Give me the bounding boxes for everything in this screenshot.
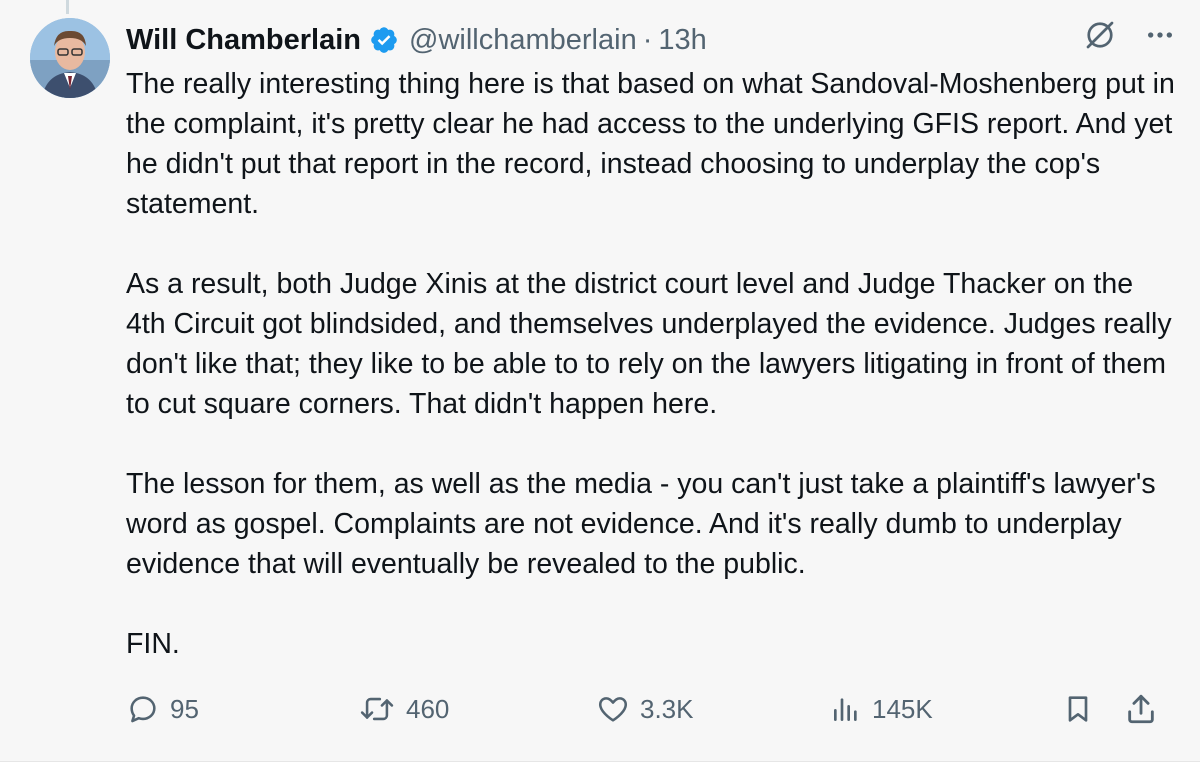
more-icon[interactable] xyxy=(1144,19,1176,62)
bookmark-icon xyxy=(1062,692,1094,726)
reply-count: 95 xyxy=(170,693,199,724)
thread-connector-line xyxy=(66,0,69,14)
bookmark-button[interactable] xyxy=(1062,686,1094,732)
like-count: 3.3K xyxy=(640,693,694,724)
post-text: The really interesting thing here is tha… xyxy=(126,64,1176,704)
header-actions xyxy=(1082,20,1176,60)
repost-button[interactable]: 460 xyxy=(358,686,449,732)
avatar[interactable] xyxy=(30,18,110,98)
reply-icon xyxy=(126,692,160,726)
avatar-image xyxy=(30,18,110,98)
post-timestamp[interactable]: 13h xyxy=(658,20,706,60)
post-paragraph: FIN. xyxy=(126,628,180,660)
views-icon xyxy=(830,692,862,726)
repost-count: 460 xyxy=(406,693,450,724)
repost-icon xyxy=(358,692,396,726)
grok-icon[interactable] xyxy=(1082,17,1118,64)
post-paragraph: As a result, both Judge Xinis at the dis… xyxy=(126,268,1172,420)
verified-badge-icon[interactable] xyxy=(369,25,399,55)
author-name[interactable]: Will Chamberlain xyxy=(126,20,361,60)
post-header: Will Chamberlain @willchamberlain · 13h xyxy=(126,20,1176,60)
action-bar: 95 460 3.3K 145K xyxy=(126,686,1166,732)
views-count: 145K xyxy=(872,693,933,724)
views-button[interactable]: 145K xyxy=(830,686,933,732)
post-paragraph: The lesson for them, as well as the medi… xyxy=(126,468,1156,580)
share-button[interactable] xyxy=(1124,686,1158,732)
author-handle[interactable]: @willchamberlain xyxy=(409,20,637,60)
reply-button[interactable]: 95 xyxy=(126,686,199,732)
post-paragraph: The really interesting thing here is tha… xyxy=(126,68,1175,220)
share-icon xyxy=(1124,692,1158,726)
separator-dot: · xyxy=(642,24,653,56)
like-button[interactable]: 3.3K xyxy=(596,686,694,732)
like-icon xyxy=(596,692,630,726)
